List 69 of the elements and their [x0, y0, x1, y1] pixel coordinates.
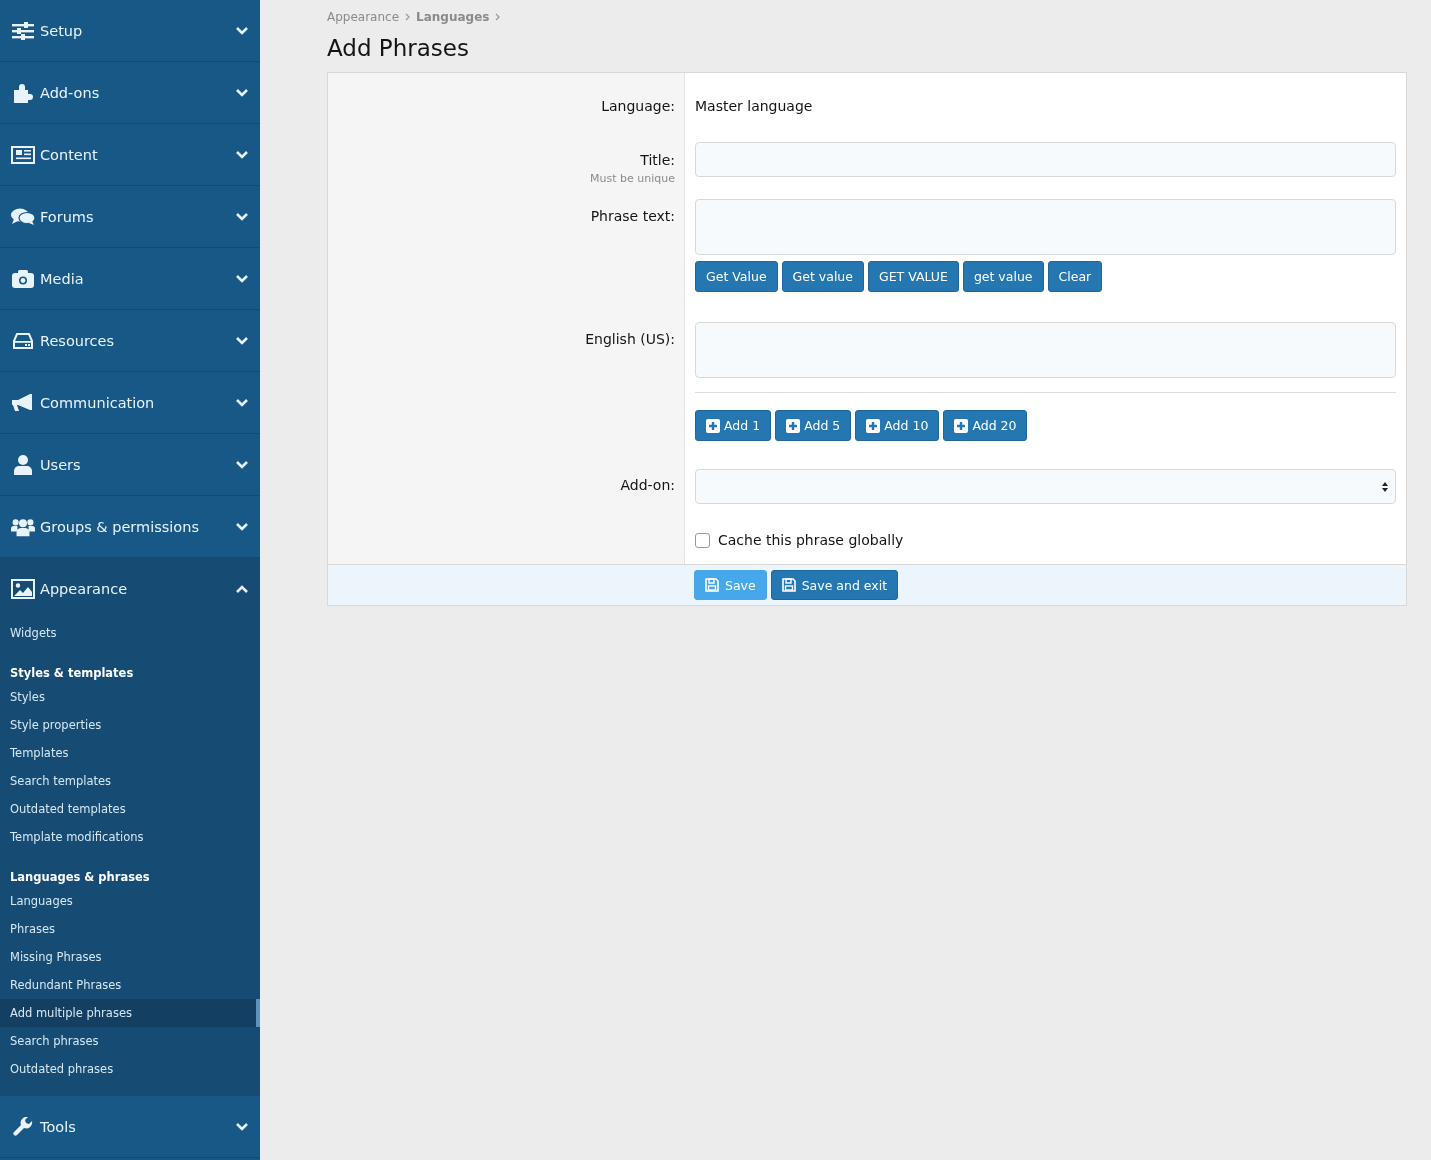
nav-link[interactable]: Add multiple phrases — [0, 999, 260, 1027]
nav-group-heading: Languages & phrases — [9, 869, 151, 886]
field-label: English (US): — [584, 330, 675, 347]
user-icon — [11, 454, 35, 475]
checkbox-label: Cache this phrase globally — [718, 532, 904, 548]
nav-link[interactable]: Outdated templates — [0, 795, 260, 823]
text-area[interactable] — [695, 322, 1396, 378]
nav-group-heading: Styles & templates — [9, 665, 135, 682]
sliders-icon — [11, 21, 35, 40]
nav-section-label: Communication — [40, 394, 156, 411]
field-label: Add-on: — [619, 476, 675, 493]
field-value: Master language — [695, 97, 814, 116]
page-title: Add Phrases — [327, 35, 470, 61]
nav-section-label: Groups & permissions — [40, 518, 200, 535]
add-button[interactable]: Add 20 — [943, 410, 1028, 441]
save-and-exit-button[interactable]: Save and exit — [770, 570, 899, 600]
nav-link[interactable]: Phrases — [0, 915, 260, 943]
chevron-right-icon — [495, 13, 501, 21]
action-button[interactable]: Get Value — [695, 261, 778, 292]
camera-icon — [11, 269, 35, 288]
field-label: Language: — [600, 97, 675, 114]
nav-link[interactable]: Widgets — [0, 619, 260, 647]
users-icon — [11, 516, 35, 537]
text-input[interactable] — [695, 142, 1396, 177]
nav-section-label: Tools — [40, 1118, 77, 1135]
nav-section-label: Users — [40, 456, 82, 473]
picture-icon — [11, 578, 35, 599]
megaphone-icon — [11, 393, 35, 412]
dropdown-select[interactable] — [695, 469, 1396, 504]
nav-section-label: Add-ons — [40, 84, 101, 101]
checkbox[interactable] — [695, 532, 710, 548]
field-label: Phrase text: — [589, 207, 675, 224]
text-area[interactable] — [695, 199, 1396, 255]
nav-link[interactable]: Search phrases — [0, 1027, 260, 1055]
nav-section-label: Media — [40, 270, 85, 287]
add-button[interactable]: Add 10 — [855, 410, 940, 441]
nav-link[interactable]: Search templates — [0, 767, 260, 795]
plus-square-icon — [786, 418, 801, 433]
field-label: Title: — [639, 151, 675, 168]
plus-square-icon — [866, 418, 881, 433]
chevron-right-icon — [405, 13, 411, 21]
nav-link[interactable]: Redundant Phrases — [0, 971, 260, 999]
puzzle-icon — [11, 82, 35, 103]
nav-section-label: Setup — [40, 22, 84, 39]
field-hint: Must be unique — [589, 171, 675, 185]
action-button[interactable]: get value — [962, 261, 1044, 292]
add-button[interactable]: Add 1 — [695, 410, 772, 441]
nav-link[interactable]: Outdated phrases — [0, 1055, 260, 1083]
action-button[interactable]: GET VALUE — [868, 261, 959, 292]
plus-square-icon — [706, 418, 720, 433]
chat-bubbles-icon — [11, 207, 35, 226]
sort-arrows-icon — [1382, 480, 1388, 493]
nav-section-label: Resources — [40, 332, 116, 349]
nav-link[interactable]: Missing Phrases — [0, 943, 260, 971]
drive-icon — [11, 332, 35, 349]
nav-section-label: Content — [40, 146, 99, 163]
nav-link[interactable]: Styles — [0, 683, 260, 711]
nav-link[interactable]: Languages — [0, 887, 260, 915]
action-button[interactable]: Get value — [781, 261, 864, 292]
newspaper-icon — [11, 145, 35, 164]
nav-section-label: Appearance — [40, 580, 129, 597]
nav-section-label: Forums — [40, 208, 95, 225]
nav-link[interactable]: Templates — [0, 739, 260, 767]
wrench-icon — [11, 1116, 35, 1137]
nav-link[interactable]: Template modifications — [0, 823, 260, 851]
plus-square-icon — [954, 418, 969, 433]
add-button[interactable]: Add 5 — [775, 410, 852, 441]
action-button[interactable]: Clear — [1047, 261, 1103, 292]
nav-link[interactable]: Style properties — [0, 711, 260, 739]
